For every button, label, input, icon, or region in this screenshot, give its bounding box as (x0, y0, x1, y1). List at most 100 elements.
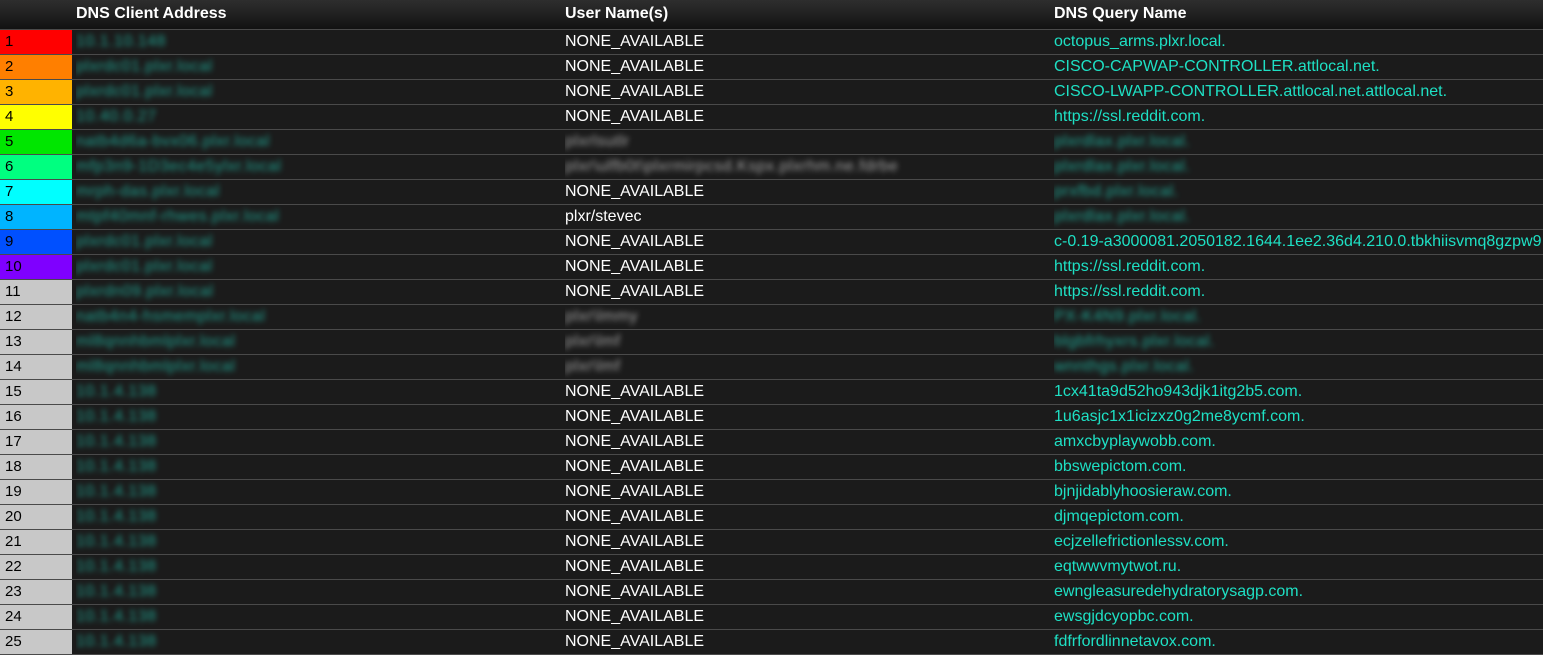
client-address-cell-text: mtpf40mnf-rhwes.plxr.local (76, 208, 280, 225)
user-name-cell: NONE_AVAILABLE (565, 630, 1045, 654)
client-address-cell-text: plxrdc01.plxr.local (76, 258, 213, 275)
query-name-cell: djmqepictom.com. (1054, 505, 1543, 529)
user-name-cell-text: NONE_AVAILABLE (565, 58, 705, 75)
query-name-cell: prxfbd.plxr.local. (1054, 180, 1543, 204)
table-row[interactable]: 24 10.1.4.138 NONE_AVAILABLE ewsgjdcyopbc.c… (0, 605, 1543, 630)
table-row[interactable]: 23 10.1.4.138 NONE_AVAILABLE ewngleasuredeh… (0, 580, 1543, 605)
user-name-cell-text: plxr\lmf (565, 358, 621, 375)
query-name-cell-text: djmqepictom.com. (1054, 508, 1184, 525)
table-row[interactable]: 12 natb4n4-hsmemplxr.local plxr\lmmy PX-K4N… (0, 305, 1543, 330)
table-row[interactable]: 9 plxrdc01.plxr.local NONE_AVAILABLE c-0.19… (0, 230, 1543, 255)
table-row[interactable]: 1 10.1.10.148 NONE_AVAILABLE octopus_arms.p… (0, 30, 1543, 55)
table-row[interactable]: 16 10.1.4.138 NONE_AVAILABLE 1u6asjc1x1iciz… (0, 405, 1543, 430)
query-name-cell-text: CISCO-LWAPP-CONTROLLER.attlocal.net.attl… (1054, 83, 1448, 100)
query-name-cell: fdfrfordlinnetavox.com. (1054, 630, 1543, 654)
client-address-cell-text: 10.40.0.27 (76, 108, 157, 125)
table-row[interactable]: 11 plxrdn09.plxr.local NONE_AVAILABLE https… (0, 280, 1543, 305)
table-row[interactable]: 25 10.1.4.138 NONE_AVAILABLE fdfrfordlinnet… (0, 630, 1543, 655)
user-name-cell: NONE_AVAILABLE (565, 105, 1045, 129)
client-address-cell: 10.1.4.138 (76, 605, 556, 629)
column-header-client[interactable]: DNS Client Address (76, 5, 227, 23)
user-name-cell-text: NONE_AVAILABLE (565, 433, 705, 450)
table-header: DNS Client Address User Name(s) DNS Quer… (0, 0, 1543, 30)
table-row[interactable]: 7 mrph-das.plxr.local NONE_AVAILABLE prxfbd… (0, 180, 1543, 205)
client-address-cell: ml8qnnhbmlplxr.local (76, 355, 556, 379)
rank-cell: 8 (0, 205, 72, 229)
user-name-cell: NONE_AVAILABLE (565, 230, 1045, 254)
client-address-cell: plxrdc01.plxr.local (76, 255, 556, 279)
column-header-query[interactable]: DNS Query Name (1054, 5, 1187, 23)
user-name-cell-text: plxr\ulfb0t\plxrmirpcsd.Kspx.plxrhm.ne.f… (565, 158, 899, 175)
user-name-cell: NONE_AVAILABLE (565, 430, 1045, 454)
rank-cell: 11 (0, 280, 72, 304)
query-name-cell-text: blgbfrhyxrs.plxr.local. (1054, 333, 1215, 350)
client-address-cell: 10.1.4.138 (76, 405, 556, 429)
query-name-cell: CISCO-LWAPP-CONTROLLER.attlocal.net.attl… (1054, 80, 1543, 104)
table-row[interactable]: 22 10.1.4.138 NONE_AVAILABLE eqtwwvmytwot.r… (0, 555, 1543, 580)
client-address-cell-text: plxrdc01.plxr.local (76, 58, 213, 75)
client-address-cell-text: 10.1.4.138 (76, 508, 157, 525)
table-row[interactable]: 13 ml8qnnhbmlplxr.local plxr\lmf blgbfrhyxr… (0, 330, 1543, 355)
column-header-user[interactable]: User Name(s) (565, 5, 668, 23)
query-name-cell-text: wnnthgs.plxr.local. (1054, 358, 1195, 375)
client-address-cell: plxrdn09.plxr.local (76, 280, 556, 304)
query-name-cell: 1u6asjc1x1icizxz0g2me8ycmf.com. (1054, 405, 1543, 429)
query-name-cell-text: octopus_arms.plxr.local. (1054, 33, 1226, 50)
rank-cell: 15 (0, 380, 72, 404)
table-row[interactable]: 14 ml8qnnhbmlplxr.local plxr\lmf wnnthgs.pl… (0, 355, 1543, 380)
table-row[interactable]: 18 10.1.4.138 NONE_AVAILABLE bbswepictom.co… (0, 455, 1543, 480)
rank-cell: 22 (0, 555, 72, 579)
table-row[interactable]: 2 plxrdc01.plxr.local NONE_AVAILABLE CISCO-… (0, 55, 1543, 80)
client-address-cell: 10.1.4.138 (76, 530, 556, 554)
table-row[interactable]: 10 plxrdc01.plxr.local NONE_AVAILABLE https… (0, 255, 1543, 280)
table-body: 1 10.1.10.148 NONE_AVAILABLE octopus_arms.p… (0, 30, 1543, 655)
client-address-cell-text: ml8qnnhbmlplxr.local (76, 358, 236, 375)
query-name-cell: ewngleasuredehydratorysagp.com. (1054, 580, 1543, 604)
rank-cell: 6 (0, 155, 72, 179)
user-name-cell: NONE_AVAILABLE (565, 480, 1045, 504)
table-row[interactable]: 5 natb4d6a-bvx06.plxr.local plxrlsutlr plxr… (0, 130, 1543, 155)
user-name-cell-text: NONE_AVAILABLE (565, 483, 705, 500)
query-name-cell: bbswepictom.com. (1054, 455, 1543, 479)
client-address-cell: 10.40.0.27 (76, 105, 556, 129)
user-name-cell-text: NONE_AVAILABLE (565, 533, 705, 550)
client-address-cell-text: 10.1.4.138 (76, 583, 157, 600)
client-address-cell: 10.1.10.148 (76, 30, 556, 54)
rank-cell: 4 (0, 105, 72, 129)
table-row[interactable]: 3 plxrdc01.plxr.local NONE_AVAILABLE CISCO-… (0, 80, 1543, 105)
table-row[interactable]: 19 10.1.4.138 NONE_AVAILABLE bjnjidablyhoos… (0, 480, 1543, 505)
query-name-cell-text: CISCO-CAPWAP-CONTROLLER.attlocal.net. (1054, 58, 1380, 75)
query-name-cell-text: c-0.19-a3000081.2050182.1644.1ee2.36d4.2… (1054, 233, 1542, 250)
table-row[interactable]: 15 10.1.4.138 NONE_AVAILABLE 1cx41ta9d52ho9… (0, 380, 1543, 405)
table-row[interactable]: 6 mfp3n9-1D3ec4e5ylxr.local plxr\ulfb0t\pl… (0, 155, 1543, 180)
client-address-cell: 10.1.4.138 (76, 480, 556, 504)
user-name-cell: NONE_AVAILABLE (565, 405, 1045, 429)
query-name-cell-text: eqtwwvmytwot.ru. (1054, 558, 1182, 575)
user-name-cell: NONE_AVAILABLE (565, 55, 1045, 79)
query-name-cell: ecjzellefrictionlessv.com. (1054, 530, 1543, 554)
table-row[interactable]: 8 mtpf40mnf-rhwes.plxr.local plxr/stevec pl… (0, 205, 1543, 230)
client-address-cell: natb4n4-hsmemplxr.local (76, 305, 556, 329)
user-name-cell: NONE_AVAILABLE (565, 555, 1045, 579)
table-row[interactable]: 4 10.40.0.27 NONE_AVAILABLE https://ssl.red… (0, 105, 1543, 130)
query-name-cell: wnnthgs.plxr.local. (1054, 355, 1543, 379)
user-name-cell-text: NONE_AVAILABLE (565, 258, 705, 275)
client-address-cell: mtpf40mnf-rhwes.plxr.local (76, 205, 556, 229)
rank-cell: 9 (0, 230, 72, 254)
client-address-cell-text: plxrdc01.plxr.local (76, 233, 213, 250)
rank-cell: 3 (0, 80, 72, 104)
user-name-cell: NONE_AVAILABLE (565, 605, 1045, 629)
user-name-cell-text: NONE_AVAILABLE (565, 633, 705, 650)
table-row[interactable]: 21 10.1.4.138 NONE_AVAILABLE ecjzellefricti… (0, 530, 1543, 555)
table-row[interactable]: 17 10.1.4.138 NONE_AVAILABLE amxcbyplaywobb… (0, 430, 1543, 455)
client-address-cell-text: 10.1.4.138 (76, 383, 157, 400)
client-address-cell: 10.1.4.138 (76, 430, 556, 454)
table-row[interactable]: 20 10.1.4.138 NONE_AVAILABLE djmqepictom.co… (0, 505, 1543, 530)
query-name-cell: blgbfrhyxrs.plxr.local. (1054, 330, 1543, 354)
user-name-cell-text: NONE_AVAILABLE (565, 558, 705, 575)
user-name-cell: plxr\lmf (565, 355, 1045, 379)
query-name-cell: https://ssl.reddit.com. (1054, 280, 1543, 304)
user-name-cell: plxr/stevec (565, 205, 1045, 229)
client-address-cell: 10.1.4.138 (76, 580, 556, 604)
query-name-cell-text: prxfbd.plxr.local. (1054, 183, 1179, 200)
